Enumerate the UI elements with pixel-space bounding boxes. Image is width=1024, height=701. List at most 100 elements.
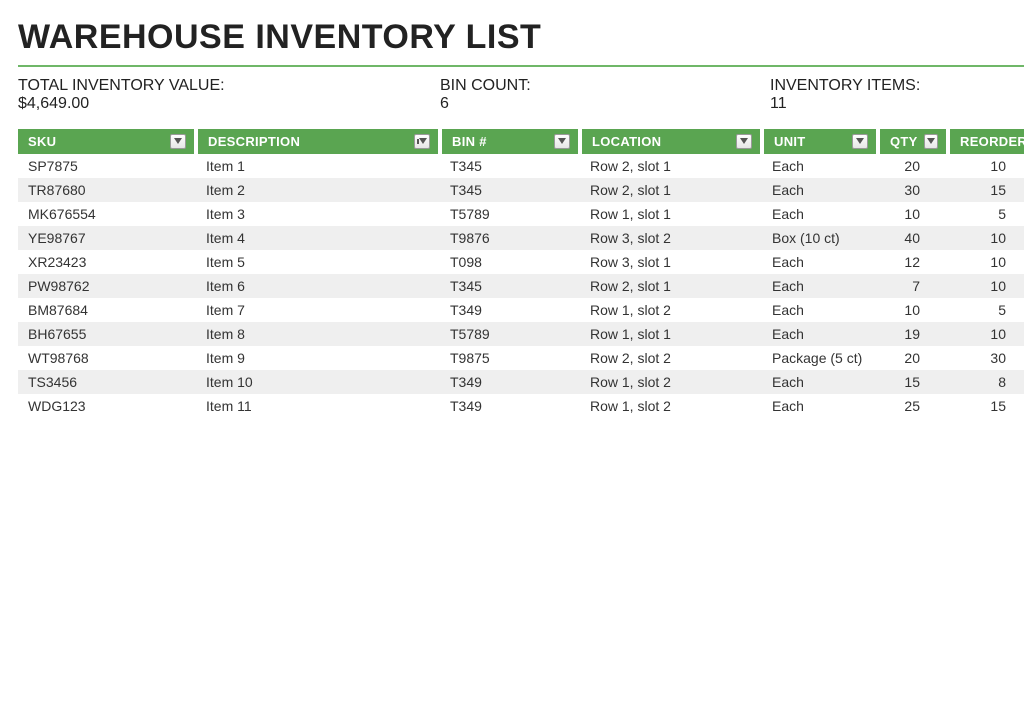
col-header-location[interactable]: LOCATION <box>580 129 762 154</box>
filter-dropdown-icon[interactable] <box>736 134 752 149</box>
cell-location: Row 2, slot 1 <box>580 178 762 202</box>
col-header-bin-label: BIN # <box>452 134 487 149</box>
cell-description: Item 7 <box>196 298 440 322</box>
total-inventory-value-label: TOTAL INVENTORY VALUE: <box>18 77 440 95</box>
filter-dropdown-icon[interactable] <box>414 134 430 149</box>
cell-description: Item 3 <box>196 202 440 226</box>
cell-location: Row 1, slot 2 <box>580 370 762 394</box>
table-row: WT98768Item 9T9875Row 2, slot 2Package (… <box>18 346 1024 370</box>
cell-qty: 7 <box>878 274 948 298</box>
cell-unit: Box (10 ct) <box>762 226 878 250</box>
cell-bin: T349 <box>440 394 580 418</box>
cell-location: Row 2, slot 2 <box>580 346 762 370</box>
cell-sku: WDG123 <box>18 394 196 418</box>
cell-reorder: 10 <box>948 322 1024 346</box>
cell-location: Row 3, slot 1 <box>580 250 762 274</box>
table-row: TS3456Item 10T349Row 1, slot 2Each158 <box>18 370 1024 394</box>
cell-qty: 25 <box>878 394 948 418</box>
title-rule <box>18 65 1024 67</box>
cell-sku: BH67655 <box>18 322 196 346</box>
total-inventory-value: $4,649.00 <box>18 95 440 113</box>
col-header-reorder[interactable]: REORDER <box>948 129 1024 154</box>
cell-reorder: 10 <box>948 154 1024 178</box>
col-header-sku[interactable]: SKU <box>18 129 196 154</box>
cell-unit: Each <box>762 394 878 418</box>
table-row: WDG123Item 11T349Row 1, slot 2Each2515 <box>18 394 1024 418</box>
filter-dropdown-icon[interactable] <box>924 134 938 149</box>
cell-unit: Each <box>762 322 878 346</box>
inventory-table: SKU DESCRIPTION <box>18 129 1024 418</box>
inventory-items-label: INVENTORY ITEMS: <box>770 77 920 95</box>
table-row: MK676554Item 3T5789Row 1, slot 1Each105 <box>18 202 1024 226</box>
cell-bin: T9875 <box>440 346 580 370</box>
col-header-sku-label: SKU <box>28 134 56 149</box>
filter-dropdown-icon[interactable] <box>170 134 186 149</box>
cell-qty: 19 <box>878 322 948 346</box>
cell-location: Row 1, slot 2 <box>580 298 762 322</box>
col-header-unit[interactable]: UNIT <box>762 129 878 154</box>
col-header-qty[interactable]: QTY <box>878 129 948 154</box>
cell-location: Row 1, slot 1 <box>580 322 762 346</box>
cell-qty: 10 <box>878 202 948 226</box>
cell-sku: MK676554 <box>18 202 196 226</box>
page-title: WAREHOUSE INVENTORY LIST <box>18 18 1024 65</box>
cell-qty: 20 <box>878 346 948 370</box>
cell-reorder: 10 <box>948 274 1024 298</box>
cell-reorder: 8 <box>948 370 1024 394</box>
cell-sku: PW98762 <box>18 274 196 298</box>
table-row: BM87684Item 7T349Row 1, slot 2Each105 <box>18 298 1024 322</box>
cell-qty: 40 <box>878 226 948 250</box>
cell-sku: XR23423 <box>18 250 196 274</box>
cell-reorder: 30 <box>948 346 1024 370</box>
col-header-location-label: LOCATION <box>592 134 661 149</box>
cell-unit: Each <box>762 298 878 322</box>
table-row: TR87680Item 2T345Row 2, slot 1Each3015 <box>18 178 1024 202</box>
col-header-description[interactable]: DESCRIPTION <box>196 129 440 154</box>
filter-dropdown-icon[interactable] <box>852 134 868 149</box>
cell-reorder: 15 <box>948 394 1024 418</box>
cell-qty: 30 <box>878 178 948 202</box>
cell-reorder: 15 <box>948 178 1024 202</box>
col-header-description-label: DESCRIPTION <box>208 134 300 149</box>
col-header-bin[interactable]: BIN # <box>440 129 580 154</box>
cell-unit: Each <box>762 154 878 178</box>
cell-bin: T345 <box>440 274 580 298</box>
cell-location: Row 2, slot 1 <box>580 274 762 298</box>
inventory-items-value: 11 <box>770 95 920 113</box>
cell-sku: YE98767 <box>18 226 196 250</box>
summary-row: TOTAL INVENTORY VALUE: $4,649.00 BIN COU… <box>18 73 1024 129</box>
cell-unit: Each <box>762 274 878 298</box>
cell-description: Item 8 <box>196 322 440 346</box>
table-row: XR23423Item 5T098Row 3, slot 1Each1210 <box>18 250 1024 274</box>
cell-bin: T098 <box>440 250 580 274</box>
table-row: BH67655Item 8T5789Row 1, slot 1Each1910 <box>18 322 1024 346</box>
cell-description: Item 4 <box>196 226 440 250</box>
cell-location: Row 2, slot 1 <box>580 154 762 178</box>
cell-description: Item 1 <box>196 154 440 178</box>
cell-sku: WT98768 <box>18 346 196 370</box>
cell-sku: BM87684 <box>18 298 196 322</box>
cell-unit: Each <box>762 202 878 226</box>
filter-dropdown-icon[interactable] <box>554 134 570 149</box>
cell-description: Item 10 <box>196 370 440 394</box>
table-row: YE98767Item 4T9876Row 3, slot 2Box (10 c… <box>18 226 1024 250</box>
cell-description: Item 2 <box>196 178 440 202</box>
cell-qty: 12 <box>878 250 948 274</box>
cell-sku: TS3456 <box>18 370 196 394</box>
cell-location: Row 1, slot 1 <box>580 202 762 226</box>
cell-qty: 20 <box>878 154 948 178</box>
cell-reorder: 5 <box>948 202 1024 226</box>
cell-location: Row 3, slot 2 <box>580 226 762 250</box>
cell-qty: 15 <box>878 370 948 394</box>
col-header-reorder-label: REORDER <box>960 134 1024 149</box>
cell-unit: Each <box>762 178 878 202</box>
cell-reorder: 10 <box>948 250 1024 274</box>
cell-unit: Each <box>762 370 878 394</box>
cell-bin: T349 <box>440 370 580 394</box>
table-row: SP7875Item 1T345Row 2, slot 1Each2010 <box>18 154 1024 178</box>
col-header-unit-label: UNIT <box>774 134 806 149</box>
cell-bin: T349 <box>440 298 580 322</box>
col-header-qty-label: QTY <box>890 134 924 149</box>
cell-description: Item 6 <box>196 274 440 298</box>
cell-bin: T5789 <box>440 202 580 226</box>
